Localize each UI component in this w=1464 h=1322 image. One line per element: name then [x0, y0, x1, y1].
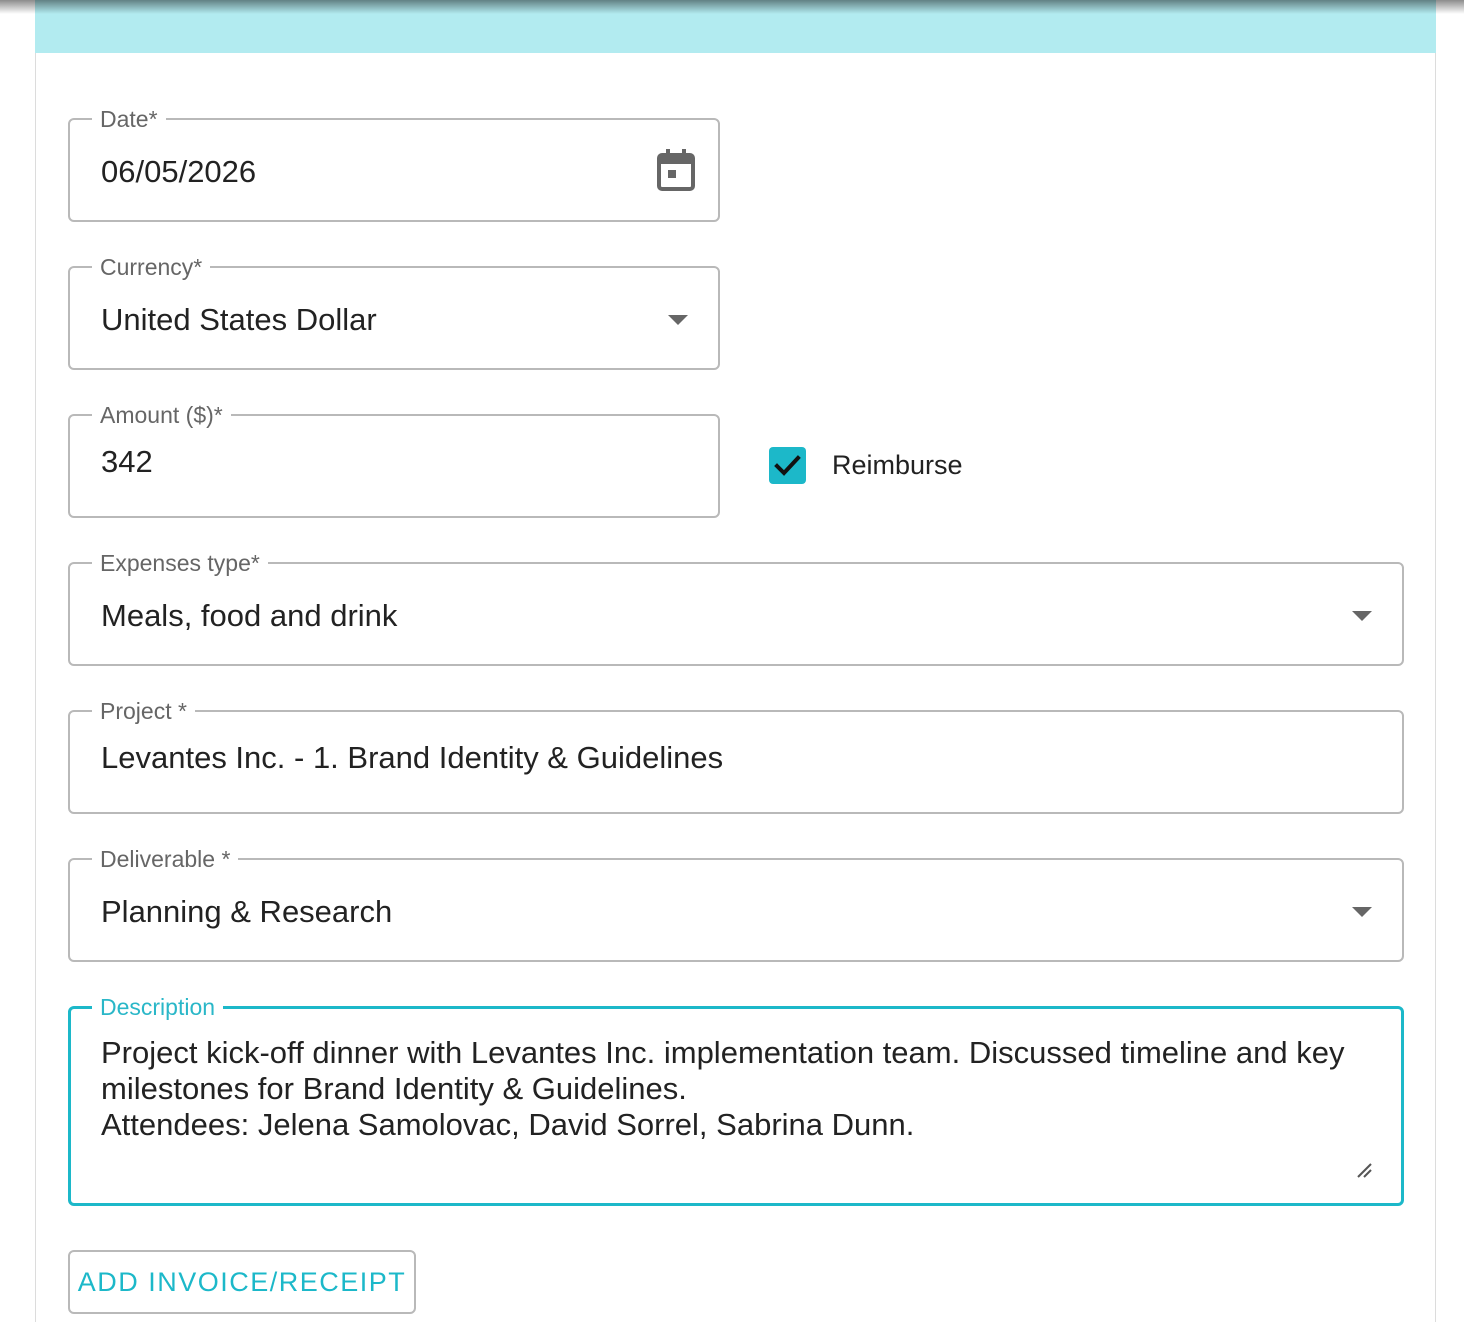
chevron-down-icon[interactable] [1352, 907, 1372, 917]
deliverable-select[interactable]: Deliverable * Planning & Research [68, 845, 1404, 962]
chevron-down-icon[interactable] [668, 315, 688, 325]
currency-value: United States Dollar [101, 302, 377, 337]
description-textarea[interactable]: Description Project kick-off dinner with… [68, 993, 1404, 1206]
add-invoice-receipt-button[interactable]: ADD INVOICE/RECEIPT [68, 1250, 416, 1314]
currency-label: Currency* [92, 253, 211, 281]
deliverable-value: Planning & Research [101, 894, 393, 929]
expenses-type-value: Meals, food and drink [101, 598, 398, 633]
expenses-type-select[interactable]: Expenses type* Meals, food and drink [68, 549, 1404, 666]
project-value[interactable]: Levantes Inc. - 1. Brand Identity & Guid… [101, 740, 723, 776]
amount-label: Amount ($)* [92, 401, 231, 429]
date-label: Date* [92, 105, 166, 133]
project-label: Project * [92, 697, 195, 725]
description-label: Description [92, 993, 224, 1021]
checkmark-icon [774, 455, 801, 476]
currency-select[interactable]: Currency* United States Dollar [68, 253, 720, 370]
expenses-type-label: Expenses type* [92, 549, 268, 577]
date-field[interactable]: Date* 06/05/2026 [68, 105, 720, 222]
reimburse-checkbox[interactable] [769, 447, 806, 484]
amount-value[interactable]: 342 [101, 444, 153, 480]
project-field[interactable]: Project * Levantes Inc. - 1. Brand Ident… [68, 697, 1404, 814]
chevron-down-icon[interactable] [1352, 611, 1372, 621]
page: Date* 06/05/2026 Currency* United States… [0, 0, 1464, 1322]
amount-field[interactable]: Amount ($)* 342 [68, 401, 720, 518]
description-value[interactable]: Project kick-off dinner with Levantes In… [101, 1035, 1371, 1143]
calendar-icon[interactable] [656, 148, 696, 192]
reimburse-label[interactable]: Reimburse [832, 449, 963, 481]
header-shadow [0, 0, 1464, 14]
resize-handle-icon[interactable] [1355, 1161, 1373, 1179]
deliverable-label: Deliverable * [92, 845, 239, 873]
date-value[interactable]: 06/05/2026 [101, 154, 256, 190]
